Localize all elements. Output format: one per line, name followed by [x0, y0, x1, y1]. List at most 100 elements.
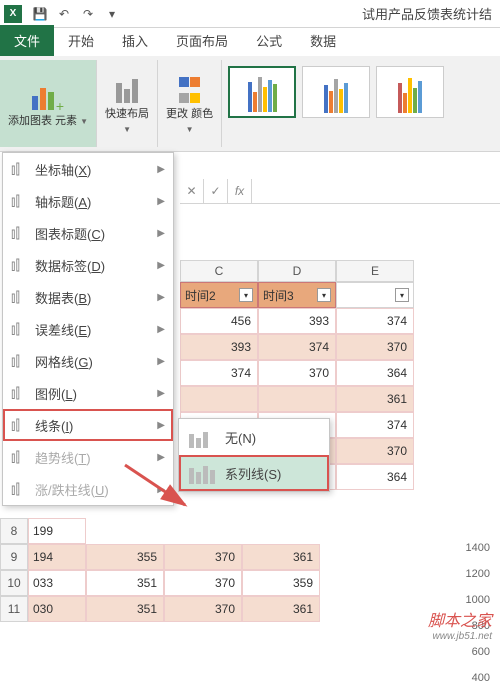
cell[interactable]: 393	[258, 308, 336, 334]
menu-item-lines[interactable]: ⫾⫿线条(I)▶	[3, 409, 173, 441]
row-header[interactable]: 11	[0, 596, 28, 622]
tab-home[interactable]: 开始	[54, 25, 108, 56]
cancel-icon[interactable]: ✕	[180, 179, 204, 203]
cell[interactable]: 374	[336, 308, 414, 334]
menu-item-updown: ⫾⫿涨/跌柱线(U)▶	[3, 473, 173, 505]
cell[interactable]: 351	[86, 570, 164, 596]
cell[interactable]: 361	[242, 596, 320, 622]
tab-file[interactable]: 文件	[0, 25, 54, 56]
watermark: 脚本之家 www.jb51.net	[428, 607, 492, 642]
table-row: 9194355370361	[0, 544, 320, 570]
col-header-e[interactable]: E	[336, 260, 414, 282]
tab-formula[interactable]: 公式	[242, 25, 296, 56]
menu-item-dataLabel[interactable]: ⫾⫿数据标签(D) ▶	[3, 249, 173, 281]
chart-icon: ⫾⫿	[11, 353, 35, 370]
cell[interactable]: 361	[242, 544, 320, 570]
quick-layout-label: 快速布局▼	[105, 107, 149, 136]
left-data: 8199919435537036110033351370359110303513…	[0, 518, 320, 622]
cell[interactable]: 393	[180, 334, 258, 360]
cell[interactable]: 370	[336, 334, 414, 360]
fx-icon[interactable]: fx	[228, 179, 252, 203]
cell[interactable]: 361	[336, 386, 414, 412]
cell[interactable]: 364	[336, 360, 414, 386]
chart-icon: ⫾⫿	[11, 481, 35, 498]
chart-element-icon: +	[32, 78, 64, 110]
chevron-right-icon: ▶	[157, 260, 165, 271]
chart-icon: ⫾⫿	[11, 257, 35, 274]
cell[interactable]: 030	[28, 596, 86, 622]
enter-icon[interactable]: ✓	[204, 179, 228, 203]
menu-label: 数据表(B)	[35, 288, 91, 307]
chevron-right-icon: ▶	[157, 388, 165, 399]
column-headers: C D E	[180, 260, 500, 282]
add-chart-element-button[interactable]: + 添加图表 元素 ▼	[0, 60, 97, 147]
cell[interactable]: 033	[28, 570, 86, 596]
cell[interactable]: 370	[164, 544, 242, 570]
chart-style-3[interactable]	[376, 66, 444, 118]
menu-label: 轴标题(A)	[35, 192, 91, 211]
col-header-d[interactable]: D	[258, 260, 336, 282]
menu-item-chartTitle[interactable]: ⫾⫿图表标题(C)▶	[3, 217, 173, 249]
chart-icon: ⫾⫿	[11, 417, 35, 434]
cell[interactable]: 370	[164, 596, 242, 622]
chevron-right-icon: ▶	[157, 196, 165, 207]
chart-icon: ⫾⫿	[11, 225, 35, 242]
cell[interactable]: 359	[242, 570, 320, 596]
row-header[interactable]: 9	[0, 544, 28, 570]
quick-layout-button[interactable]: 快速布局▼	[97, 60, 158, 147]
cell[interactable]: 351	[86, 596, 164, 622]
cell[interactable]: 456	[180, 308, 258, 334]
menu-label: 数据标签(D)	[35, 256, 105, 275]
header-time3[interactable]: 时间3▾	[258, 282, 336, 308]
chart-icon: ⫾⫿	[11, 385, 35, 402]
header-time2[interactable]: 时间2▾	[180, 282, 258, 308]
chart-icon: ⫾⫿	[11, 321, 35, 338]
row-header[interactable]: 8	[0, 518, 28, 544]
cell[interactable]: 370	[164, 570, 242, 596]
menu-item-axis[interactable]: ⫾⫿坐标轴(X)▶	[3, 153, 173, 185]
redo-icon[interactable]: ↷	[78, 4, 98, 24]
cell[interactable]: 355	[86, 544, 164, 570]
tab-data[interactable]: 数据	[296, 25, 350, 56]
submenu-series-lines[interactable]: 系列线(S)	[179, 455, 329, 491]
menu-label: 误差线(E)	[35, 320, 91, 339]
cell[interactable]: 199	[28, 518, 86, 544]
cell[interactable]: 374	[336, 412, 414, 438]
menu-item-axisTitle[interactable]: ⫾⫿轴标题(A)▶	[3, 185, 173, 217]
qat-dropdown-icon[interactable]: ▾	[102, 4, 122, 24]
add-chart-element-label: 添加图表 元素 ▼	[8, 114, 88, 128]
cell[interactable]: 374	[180, 360, 258, 386]
menu-item-errorBar[interactable]: ⫾⫿误差线(E) ▶	[3, 313, 173, 345]
filter-dropdown-icon[interactable]: ▾	[395, 288, 409, 302]
filter-dropdown-icon[interactable]: ▾	[317, 288, 331, 302]
col-header-c[interactable]: C	[180, 260, 258, 282]
chart-icon: ⫾⫿	[11, 449, 35, 466]
cell[interactable]	[258, 386, 336, 412]
undo-icon[interactable]: ↶	[54, 4, 74, 24]
cell[interactable]	[180, 386, 258, 412]
menu-item-gridline[interactable]: ⫾⫿网格线(G)▶	[3, 345, 173, 377]
chevron-right-icon: ▶	[157, 324, 165, 335]
save-icon[interactable]: 💾	[30, 4, 50, 24]
filter-dropdown-icon[interactable]: ▾	[239, 288, 253, 302]
chevron-right-icon: ▶	[157, 452, 165, 463]
row-header[interactable]: 10	[0, 570, 28, 596]
chart-style-1[interactable]	[228, 66, 296, 118]
cell[interactable]: 364	[336, 464, 414, 490]
change-color-button[interactable]: 更改 颜色▼	[158, 60, 222, 147]
chart-style-2[interactable]	[302, 66, 370, 118]
menu-item-dataTable[interactable]: ⫾⫿数据表(B)▶	[3, 281, 173, 313]
chevron-right-icon: ▶	[157, 484, 165, 495]
header-empty[interactable]: ▾	[336, 282, 414, 308]
cell[interactable]: 194	[28, 544, 86, 570]
cell[interactable]: 370	[336, 438, 414, 464]
lines-submenu: 无(N) 系列线(S)	[178, 418, 330, 492]
submenu-none[interactable]: 无(N)	[179, 419, 329, 455]
tab-page-layout[interactable]: 页面布局	[162, 25, 242, 56]
menu-label: 图例(L)	[35, 384, 77, 403]
cell[interactable]: 370	[258, 360, 336, 386]
tab-insert[interactable]: 插入	[108, 25, 162, 56]
menu-item-legend[interactable]: ⫾⫿图例(L) ▶	[3, 377, 173, 409]
cell[interactable]: 374	[258, 334, 336, 360]
window-title: 试用产品反馈表统计结	[124, 4, 496, 23]
